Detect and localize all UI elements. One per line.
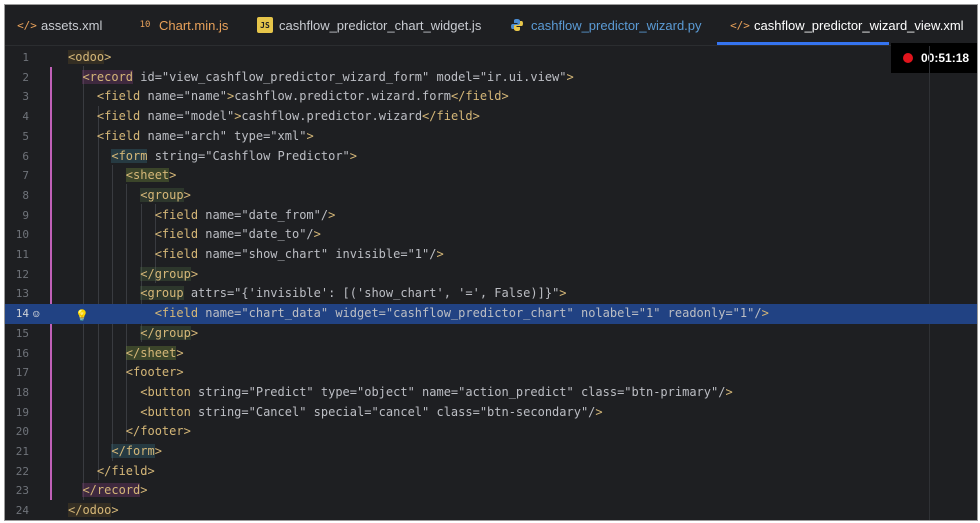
tab-assets-xml[interactable]: </> assets.xml: [17, 5, 103, 45]
code-text: <field name="date_from"/>: [154, 207, 336, 222]
line-number: 19: [15, 405, 29, 419]
code-text: <group>: [140, 187, 191, 202]
line-number: 21: [15, 445, 29, 458]
line-number: 1: [22, 51, 29, 64]
xml-icon: </>: [17, 18, 37, 32]
code-line[interactable]: 18 <button string="Predict" type="object…: [5, 383, 977, 403]
code-line[interactable]: 3 <field name="name">cashflow.predictor.…: [5, 87, 977, 107]
line-number: 8: [22, 188, 29, 202]
code-line[interactable]: 21 </form>: [5, 442, 977, 462]
python-icon: [509, 17, 525, 33]
tab-chart-min-js[interactable]: 10 Chart.min.js: [137, 5, 229, 45]
code-text: <field name="show_chart" invisible="1"/>: [154, 247, 444, 261]
tab-label: cashflow_predictor_chart_widget.js: [279, 17, 482, 33]
code-line[interactable]: 22 </field>: [5, 462, 977, 482]
line-number: 9: [22, 208, 29, 222]
line-number: 17: [15, 366, 29, 380]
line-number: 6: [22, 149, 29, 163]
code-line[interactable]: 1 <odoo>: [5, 48, 977, 68]
code-text: </form>: [111, 444, 162, 458]
code-text: <form string="Cashflow Predictor">: [111, 148, 358, 163]
active-tab-indicator: [717, 42, 889, 45]
code-line[interactable]: 14 ☺ 💡 <field name="chart_data" widget="ca…: [5, 304, 977, 324]
tab-label: cashflow_predictor_wizard.py: [531, 17, 702, 33]
code-line[interactable]: 7 <sheet>: [5, 166, 977, 186]
code-editor[interactable]: 1 <odoo> 2 <record id="view_cashflow_predi…: [5, 46, 977, 520]
tab-wizard-py[interactable]: cashflow_predictor_wizard.py: [509, 5, 702, 45]
code-text: <group attrs="{'invisible': [('show_char…: [140, 286, 567, 301]
code-line[interactable]: 9 <field name="date_from"/>: [5, 206, 977, 226]
tab-chart-widget-js[interactable]: JS cashflow_predictor_chart_widget.js: [257, 5, 481, 45]
line-number: 23: [15, 484, 29, 498]
line-number: 18: [15, 385, 29, 399]
code-line[interactable]: 10 <field name="date_to"/>: [5, 225, 977, 245]
code-text: <record id="view_cashflow_predictor_wiza…: [82, 69, 574, 84]
ide-window: </> assets.xml 10 Chart.min.js JS cashfl…: [4, 4, 978, 521]
code-line[interactable]: 16 </sheet>: [5, 344, 977, 364]
line-number: 16: [15, 346, 29, 360]
code-text: </record>: [82, 483, 148, 498]
code-text: </sheet>: [125, 345, 184, 360]
code-line[interactable]: 6 <form string="Cashflow Predictor">: [5, 147, 977, 167]
code-line[interactable]: 5 <field name="arch" type="xml">: [5, 127, 977, 147]
code-line[interactable]: 11 <field name="show_chart" invisible="1…: [5, 245, 977, 265]
line-number: 15: [15, 326, 29, 340]
code-text: <field name="model">cashflow.predictor.w…: [96, 109, 480, 124]
line-number: 14: [15, 307, 29, 321]
tab-wizard-view-xml[interactable]: </> cashflow_predictor_wizard_view.xml: [730, 5, 964, 45]
code-text: <button string="Cancel" special="cancel"…: [140, 404, 603, 419]
line-number: 22: [15, 464, 29, 478]
line-number: 20: [15, 425, 29, 439]
code-text: <field name="name">cashflow.predictor.wi…: [96, 89, 509, 104]
code-text: <sheet>: [125, 168, 177, 183]
line-number: 13: [15, 287, 29, 301]
code-text: <odoo>: [68, 50, 112, 64]
tab-label: cashflow_predictor_wizard_view.xml: [754, 17, 964, 33]
code-line[interactable]: 19 <button string="Cancel" special="canc…: [5, 403, 977, 423]
code-line[interactable]: 8 <group>: [5, 186, 977, 206]
code-line[interactable]: 23 </record>: [5, 481, 977, 501]
line-number: 7: [22, 169, 29, 183]
code-text: <field name="arch" type="xml">: [96, 128, 314, 143]
tab-label: assets.xml: [41, 17, 103, 33]
code-line[interactable]: 2 <record id="view_cashflow_predictor_wi…: [5, 68, 977, 88]
line-number: 3: [22, 90, 29, 104]
code-text: </group>: [140, 325, 199, 340]
tab-label: Chart.min.js: [159, 17, 229, 33]
code-line[interactable]: 20 </footer>: [5, 422, 977, 442]
code-line[interactable]: 24 </odoo>: [5, 501, 977, 520]
code-with-me-icon[interactable]: ☺: [33, 305, 40, 325]
line-number: 5: [22, 129, 29, 143]
code-text: <field name="chart_data" widget="cashflo…: [154, 306, 769, 321]
code-line[interactable]: 13 <group attrs="{'invisible': [('show_c…: [5, 284, 977, 304]
line-number: 4: [22, 110, 29, 124]
code-text: <field name="date_to"/>: [154, 227, 321, 242]
code-line[interactable]: 12 </group>: [5, 265, 977, 285]
code-text: <button string="Predict" type="object" n…: [140, 384, 733, 399]
line-number: 11: [15, 248, 29, 261]
editor-tab-bar: </> assets.xml 10 Chart.min.js JS cashfl…: [5, 5, 977, 46]
code-text: </field>: [96, 463, 155, 478]
code-line[interactable]: 15 </group>: [5, 324, 977, 344]
code-line[interactable]: 4 <field name="model">cashflow.predictor…: [5, 107, 977, 127]
code-text: </group>: [140, 266, 199, 281]
line-number: 10: [15, 228, 29, 242]
code-text: </odoo>: [68, 503, 119, 518]
line-number: 24: [15, 504, 29, 518]
js-icon: JS: [257, 17, 273, 33]
xml-icon: </>: [730, 18, 750, 32]
line-number: 12: [15, 267, 29, 281]
code-line[interactable]: 17 <footer>: [5, 363, 977, 383]
line-number: 2: [22, 70, 29, 84]
code-text: <footer>: [125, 365, 184, 380]
code-text: </footer>: [125, 424, 191, 439]
js-min-icon: 10: [139, 20, 151, 30]
